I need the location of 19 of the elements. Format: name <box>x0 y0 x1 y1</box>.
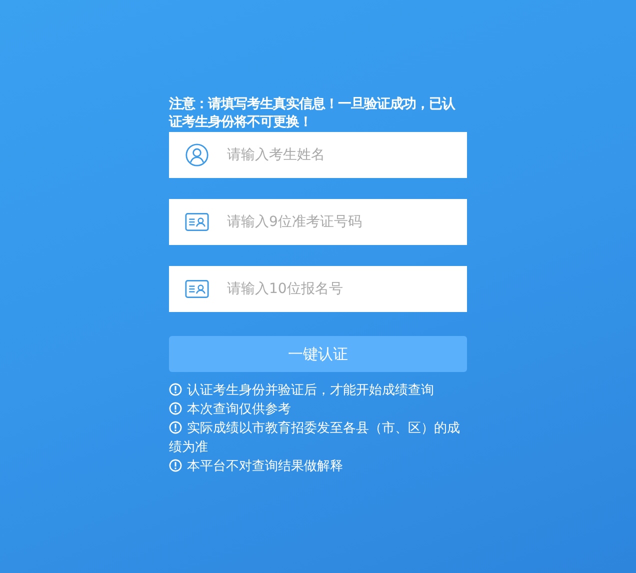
id-card-icon <box>185 277 209 301</box>
user-icon <box>185 143 209 167</box>
note-text: 认证考生身份并验证后，才能开始成绩查询 <box>169 381 467 400</box>
note-text: 本次查询仅供参考 <box>169 400 467 419</box>
note-text: 本平台不对查询结果做解释 <box>169 457 467 476</box>
warning-icon <box>169 383 182 396</box>
text-input[interactable]: 请输入9位准考证号码 <box>225 213 467 231</box>
submit-button[interactable]: 一键认证 <box>169 336 467 372</box>
note-text: 实际成绩以市教育招委发至各县（市、区）的成绩为准 <box>169 420 461 457</box>
input-field[interactable]: 请输入10位报名号 <box>169 266 467 312</box>
id-card-icon <box>185 210 209 234</box>
warning-icon <box>169 421 182 434</box>
input-field[interactable]: 请输入9位准考证号码 <box>169 199 467 245</box>
text-input[interactable]: 请输入考生姓名 <box>225 146 467 164</box>
warning-icon <box>169 459 182 472</box>
warning-icon <box>169 402 182 415</box>
input-field[interactable]: 请输入考生姓名 <box>169 132 467 178</box>
notice-text: 注意：请填写考生真实信息！一旦验证成功，已认证考生身份将不可更换！ <box>169 96 456 132</box>
text-input[interactable]: 请输入10位报名号 <box>225 280 467 298</box>
